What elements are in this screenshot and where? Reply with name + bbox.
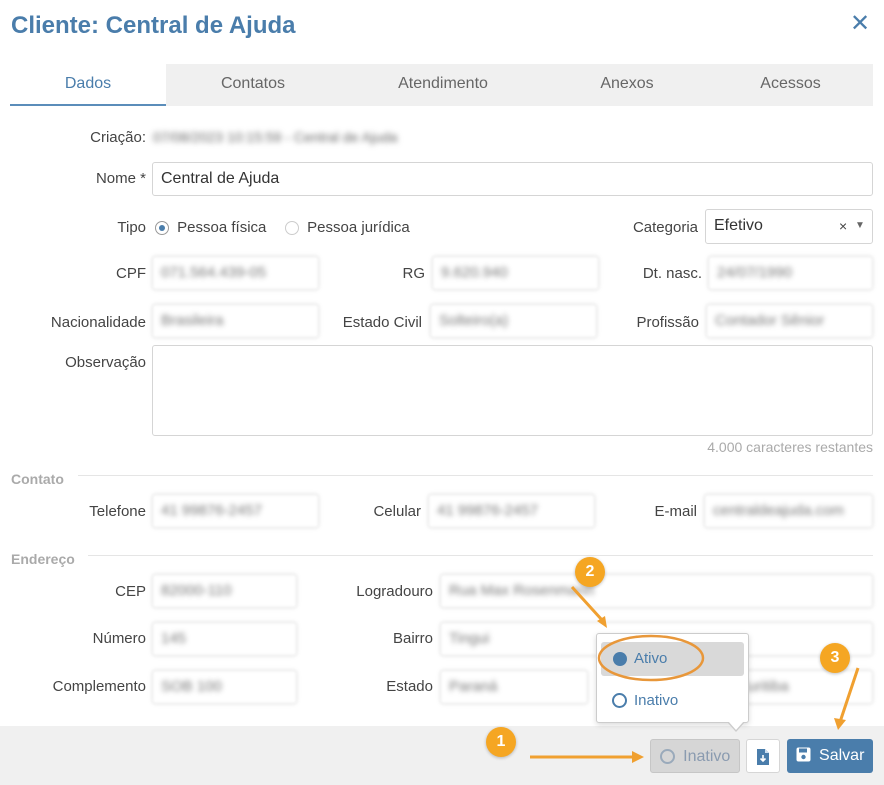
step-badge-3: 3: [820, 643, 850, 673]
highlight-ring: [597, 634, 705, 682]
arrow-3: [838, 667, 860, 723]
step-badge-2: 2: [575, 557, 605, 587]
arrow-2: [570, 585, 604, 622]
arrow-1-head: [632, 751, 644, 763]
annotation-overlay: [530, 585, 860, 763]
arrow-3-head: [834, 718, 846, 730]
step-badge-1: 1: [486, 727, 516, 757]
